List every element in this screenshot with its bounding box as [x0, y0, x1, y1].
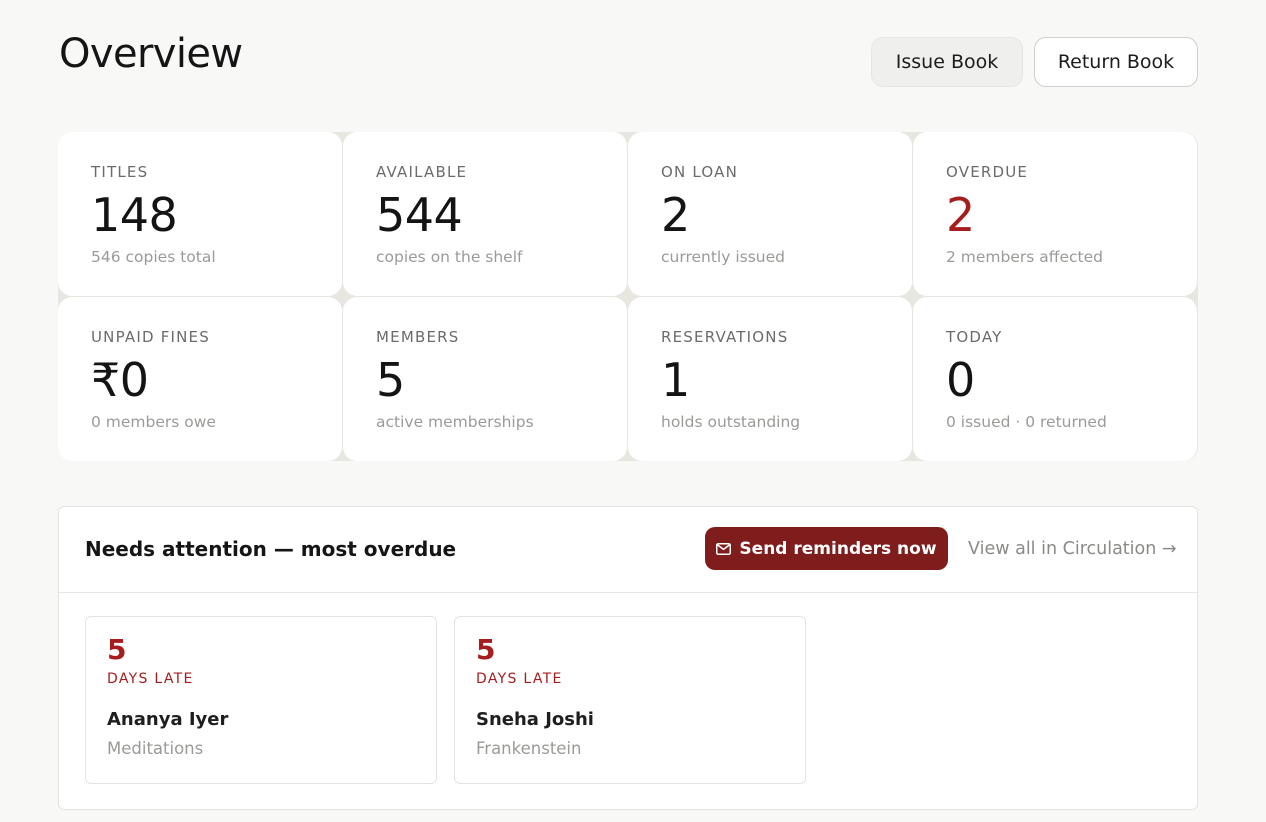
- stat-value: 148: [91, 188, 178, 242]
- member-name: Sneha Joshi: [476, 709, 594, 730]
- book-title: Frankenstein: [476, 739, 582, 758]
- stat-card-on-loan: ON LOAN 2 currently issued: [628, 132, 912, 296]
- stat-card-available: AVAILABLE 544 copies on the shelf: [343, 132, 627, 296]
- stat-value: 5: [376, 353, 405, 407]
- stat-subtext: active memberships: [376, 413, 534, 431]
- page-title: Overview: [59, 31, 243, 77]
- send-reminders-label: Send reminders now: [739, 538, 937, 559]
- mail-icon: [716, 542, 732, 555]
- stat-value: ₹0: [91, 353, 149, 407]
- needs-attention-panel: Needs attention — most overdue Send remi…: [58, 506, 1198, 810]
- stat-label: MEMBERS: [376, 328, 460, 346]
- stat-card-today: TODAY 0 0 issued · 0 returned: [913, 297, 1197, 461]
- stat-card-overdue: OVERDUE 2 2 members affected: [913, 132, 1197, 296]
- stats-grid: TITLES 148 546 copies total AVAILABLE 54…: [58, 132, 1198, 461]
- stat-subtext: copies on the shelf: [376, 248, 523, 266]
- stat-label: TODAY: [946, 328, 1003, 346]
- stat-card-members: MEMBERS 5 active memberships: [343, 297, 627, 461]
- stat-value: 1: [661, 353, 690, 407]
- stat-value: 2: [946, 188, 975, 242]
- days-late-count: 5: [107, 633, 127, 666]
- stat-card-reservations: RESERVATIONS 1 holds outstanding: [628, 297, 912, 461]
- overdue-item-card[interactable]: 5 DAYS LATE Sneha Joshi Frankenstein: [454, 616, 806, 784]
- stat-label: TITLES: [91, 163, 149, 181]
- needs-attention-title: Needs attention — most overdue: [85, 537, 457, 561]
- stat-value: 2: [661, 188, 690, 242]
- stat-label: UNPAID FINES: [91, 328, 210, 346]
- overdue-item-card[interactable]: 5 DAYS LATE Ananya Iyer Meditations: [85, 616, 437, 784]
- stat-subtext: 0 members owe: [91, 413, 216, 431]
- stat-label: AVAILABLE: [376, 163, 468, 181]
- send-reminders-button[interactable]: Send reminders now: [705, 527, 948, 570]
- days-late-label: DAYS LATE: [107, 671, 194, 687]
- days-late-count: 5: [476, 633, 496, 666]
- stat-value: 0: [946, 353, 975, 407]
- issue-book-button[interactable]: Issue Book: [871, 37, 1023, 87]
- stat-subtext: holds outstanding: [661, 413, 801, 431]
- member-name: Ananya Iyer: [107, 709, 229, 730]
- stat-card-unpaid-fines: UNPAID FINES ₹0 0 members owe: [58, 297, 342, 461]
- needs-attention-header: Needs attention — most overdue Send remi…: [59, 507, 1197, 593]
- book-title: Meditations: [107, 739, 204, 758]
- stat-subtext: 0 issued · 0 returned: [946, 413, 1107, 431]
- stat-subtext: 546 copies total: [91, 248, 216, 266]
- return-book-button[interactable]: Return Book: [1034, 37, 1198, 87]
- stat-label: ON LOAN: [661, 163, 739, 181]
- stat-card-titles: TITLES 148 546 copies total: [58, 132, 342, 296]
- stat-subtext: 2 members affected: [946, 248, 1103, 266]
- stat-label: OVERDUE: [946, 163, 1029, 181]
- stat-label: RESERVATIONS: [661, 328, 789, 346]
- stat-value: 544: [376, 188, 463, 242]
- overview-page: Overview Issue Book Return Book TITLES 1…: [0, 0, 1266, 822]
- stat-subtext: currently issued: [661, 248, 785, 266]
- view-all-circulation-link[interactable]: View all in Circulation →: [968, 537, 1177, 561]
- days-late-label: DAYS LATE: [476, 671, 563, 687]
